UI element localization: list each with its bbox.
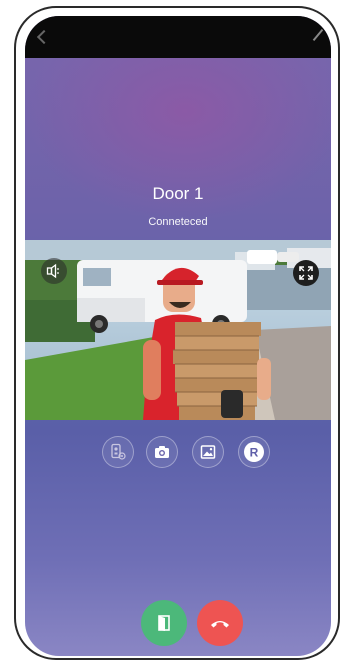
call-status: Conneteced <box>148 216 208 228</box>
doorbell-call-screen: Door 1 Conneteced R <box>25 16 331 656</box>
delivery-person-image <box>25 240 331 420</box>
door-icon <box>158 615 170 631</box>
fullscreen-icon <box>299 266 313 280</box>
unlock-door-button[interactable] <box>141 600 187 646</box>
record-button[interactable]: R <box>238 436 270 468</box>
fullscreen-button[interactable] <box>293 260 319 286</box>
hang-up-button[interactable] <box>197 600 243 646</box>
action-buttons-row: R <box>25 436 331 470</box>
call-title: Door 1 <box>152 184 204 203</box>
status-bar-right-icon <box>312 28 324 42</box>
phone-frame: Door 1 Conneteced R <box>14 6 340 660</box>
record-label: R <box>250 446 259 460</box>
intercom-icon <box>111 443 126 460</box>
record-icon: R <box>244 442 264 462</box>
camera-icon <box>155 446 169 458</box>
snapshot-button[interactable] <box>146 436 178 468</box>
gallery-button[interactable] <box>192 436 224 468</box>
live-video-feed[interactable] <box>25 240 331 420</box>
status-bar-left-icon <box>36 29 52 45</box>
speaker-button[interactable] <box>41 258 67 284</box>
hang-up-icon <box>211 621 229 628</box>
speaker-icon <box>46 263 59 279</box>
pizza-boxes <box>173 322 261 420</box>
image-icon <box>200 445 216 459</box>
status-bar <box>25 16 331 58</box>
intercom-settings-button[interactable] <box>102 436 134 468</box>
